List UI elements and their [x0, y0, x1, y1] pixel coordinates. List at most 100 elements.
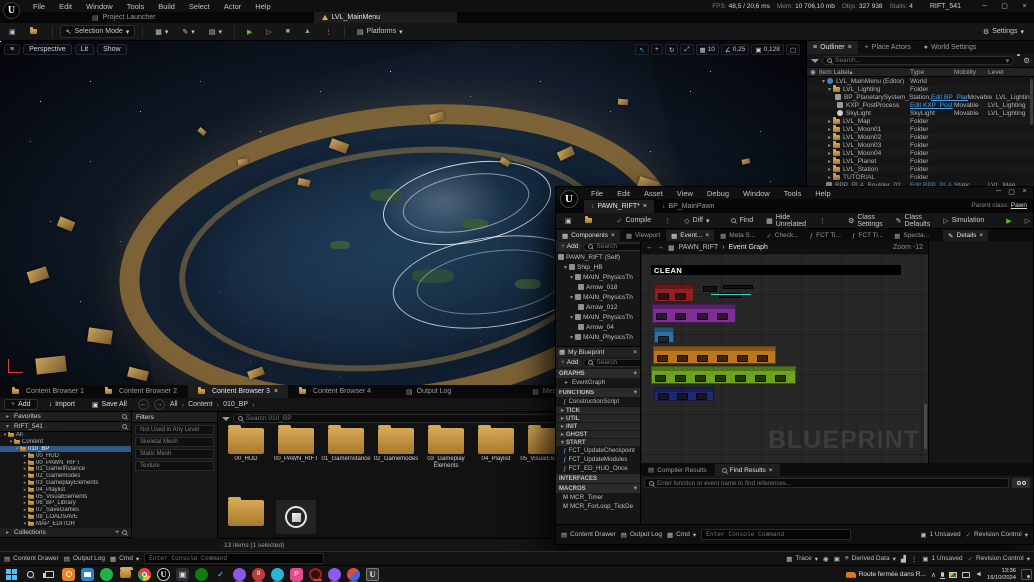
expander-icon[interactable]: ▸ [826, 118, 833, 125]
blue-check-app-icon[interactable]: ✓ [214, 568, 227, 581]
tab-components[interactable]: ▦Components× [557, 230, 620, 241]
tab-spectator[interactable]: ▦Specta... [889, 230, 934, 241]
new-folder-button[interactable] [1017, 56, 1020, 65]
menu-actor[interactable]: Actor [217, 2, 249, 11]
table-row[interactable]: ▸LVL_MapFolder [807, 117, 1034, 125]
expander-icon[interactable]: ▸ [826, 142, 833, 149]
rotate-tool-button[interactable]: ↻ [665, 44, 678, 55]
bp-menu-window[interactable]: Window [736, 189, 777, 198]
chevron-down-icon[interactable]: ▾ [1006, 56, 1010, 65]
filter-icon[interactable] [811, 59, 819, 63]
diff-dropdown[interactable]: ◇Diff▾ [679, 214, 714, 227]
add-actor-dropdown[interactable]: ▦▾ [150, 25, 173, 38]
folder-tile[interactable]: 02_Gamemodes [374, 428, 418, 470]
tree-item[interactable]: ▸05_VisualElements [0, 493, 131, 500]
search-icon[interactable] [122, 414, 127, 419]
output-log-button[interactable]: ▤Output Log [621, 531, 662, 539]
tree-item[interactable]: ▸00_PAWN_RIFT [0, 459, 131, 466]
breadcrumb-010bp[interactable]: 010_BP [223, 401, 248, 408]
expander-icon[interactable]: ▸ [826, 174, 833, 181]
class-settings-button[interactable]: ⚙Class Settings [843, 214, 888, 227]
component-item[interactable]: ▾MAIN_PhysicsTh [556, 292, 640, 302]
edit-asset-link[interactable]: Edit BP_Planet [931, 94, 968, 101]
table-row[interactable]: ▸LVL_PlanetFolder [807, 157, 1034, 165]
graph-scrollbar[interactable] [924, 404, 927, 449]
table-row[interactable]: ▾LVL_MainMenu (Editor)World [807, 77, 1034, 85]
forward-button[interactable]: → [154, 399, 165, 410]
tab-find-results[interactable]: Find Results× [715, 464, 780, 476]
tab-content-browser-2[interactable]: Content Browser 2 [95, 385, 187, 398]
menu-build[interactable]: Build [151, 2, 182, 11]
route-notification[interactable]: Route fermée dans R... [846, 571, 926, 578]
close-icon[interactable]: × [1018, 3, 1031, 10]
add-blueprint-item-button[interactable]: +Add [558, 358, 581, 367]
node-cluster[interactable] [703, 285, 765, 299]
pink-p-app-icon[interactable]: P [290, 568, 303, 581]
green-app-icon[interactable] [100, 568, 113, 581]
tab-check[interactable]: ✓Check... [761, 230, 803, 241]
add-collection-icon[interactable]: + [115, 529, 119, 536]
parent-class-link[interactable]: Pawn [1011, 202, 1027, 209]
hidden-icons-chevron[interactable]: ∧ [931, 571, 936, 579]
table-row[interactable]: KXP_PostProcessEdit KXP_PostMovableLVL_L… [807, 101, 1034, 109]
components-search[interactable] [583, 243, 641, 251]
comment-box-green[interactable] [651, 366, 796, 384]
cmd-dropdown[interactable]: ▦Cmd▾ [110, 555, 139, 563]
minimize-icon[interactable]: ─ [992, 188, 1005, 196]
tab-fct-ti-1[interactable]: ƒFCT Ti... [805, 230, 846, 241]
favorites-section[interactable]: ▸Favorites [0, 412, 131, 422]
simulation-button[interactable]: ▷Simulation [938, 214, 989, 227]
expander-icon[interactable]: ▸ [826, 134, 833, 141]
microphone-tray-icon[interactable] [941, 572, 944, 577]
construction-script-item[interactable]: ƒConstructionScript [556, 397, 640, 406]
category-start[interactable]: ▾START [556, 438, 640, 446]
screenshot-tray-icon[interactable] [949, 572, 957, 578]
find-button[interactable]: Find [726, 214, 758, 227]
purple-app-icon[interactable] [328, 568, 341, 581]
more-options-icon[interactable]: ⋮ [911, 555, 918, 563]
category-init[interactable]: ▸INIT [556, 422, 640, 430]
tab-content-browser-4[interactable]: Content Browser 4 [289, 385, 381, 398]
table-row[interactable]: BP_PlanetarySystem_Station,Edit BP_Plane… [807, 93, 1034, 101]
comment-box-purple[interactable] [652, 304, 736, 323]
mail-app-icon[interactable] [81, 568, 94, 581]
comment-box-blue[interactable] [654, 327, 674, 343]
unreal-editor-running-icon[interactable]: U [366, 568, 379, 581]
save-all-button[interactable]: ▣Save All [86, 399, 133, 410]
folder-tile[interactable]: 04_Playlist [474, 428, 518, 470]
red-blue-sphere-app-icon[interactable] [347, 568, 360, 581]
hide-unrelated-button[interactable]: ▦Hide Unrelated [761, 214, 811, 227]
skip-frame-button[interactable]: ▷ [261, 25, 276, 38]
trace-target-icon[interactable]: ◉ [823, 555, 829, 563]
folder-tile[interactable]: 00_HUD [224, 428, 268, 470]
component-item[interactable]: Arrow_04 [556, 322, 640, 332]
table-row[interactable]: ▾LVL_LightingFolder [807, 85, 1034, 93]
play-button[interactable]: ▶ [242, 25, 257, 38]
table-row[interactable]: ▸LVL_Moon04Folder [807, 149, 1034, 157]
filter-static-mesh[interactable]: Static Mesh [135, 449, 214, 459]
tab-pawn-rift[interactable]: ↓PAWN_RIFT*× [584, 200, 654, 213]
speaker-tray-icon[interactable]: ◄ [975, 571, 982, 578]
component-item[interactable]: ▾MAIN_PhysicsTh [556, 312, 640, 322]
minimize-icon[interactable]: ─ [978, 3, 991, 10]
maximize-icon[interactable]: ▢ [1005, 188, 1018, 196]
unsaved-indicator[interactable]: ▣1 Unsaved [920, 531, 960, 539]
stop-button[interactable]: ■ [281, 25, 295, 38]
component-item[interactable]: ▾MAIN_PhysicsTh [556, 332, 640, 342]
viewport-options-menu[interactable]: ≡ [4, 44, 20, 55]
filter-skeletal-mesh[interactable]: Skeletal Mesh [135, 437, 214, 447]
unsaved-indicator[interactable]: ▣1 Unsaved [922, 555, 962, 563]
tab-world-settings[interactable]: ● World Settings [918, 41, 983, 54]
save-button[interactable]: ▣ [4, 25, 21, 38]
derived-data-dropdown[interactable]: ≡Derived Data▾ [845, 555, 896, 563]
back-button[interactable]: ← [138, 399, 149, 410]
tab-output-log[interactable]: ▤Output Log [396, 385, 461, 398]
expander-icon[interactable]: ▸ [826, 158, 833, 165]
file-explorer-icon[interactable] [119, 568, 132, 581]
add-macro-icon[interactable]: + [633, 486, 637, 492]
cyan-app-icon[interactable] [271, 568, 284, 581]
trace-save-icon[interactable]: ▣ [834, 555, 840, 563]
component-item[interactable]: ▾MAIN_PhysicsTh [556, 272, 640, 282]
my-blueprint-search-input[interactable] [596, 359, 641, 366]
macro-item[interactable]: MMCR_ForLoop_TickDe [556, 502, 640, 511]
